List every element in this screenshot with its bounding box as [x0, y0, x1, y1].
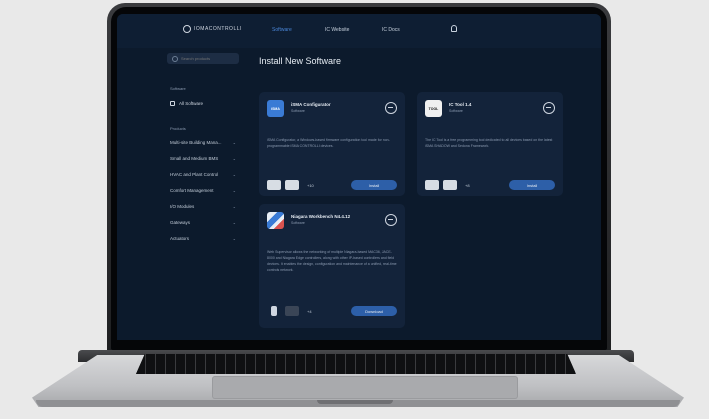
- bell-icon[interactable]: [451, 25, 457, 32]
- nav-ic-docs[interactable]: IC Docs: [382, 27, 400, 33]
- more-count[interactable]: +10: [307, 183, 314, 188]
- nav-ic-website[interactable]: IC Website: [325, 27, 349, 33]
- search-icon: [172, 55, 178, 62]
- chevron-down-icon: ⌄: [232, 140, 236, 145]
- card-description: Web Supervisor allows the networking of …: [267, 250, 397, 272]
- search-box[interactable]: [167, 53, 239, 64]
- more-count[interactable]: +4: [307, 309, 312, 314]
- niagara-logo-icon: [267, 212, 284, 229]
- card-name: Niagara Workbench N4.4.12: [291, 214, 351, 219]
- laptop-notch: [317, 400, 393, 404]
- device-thumbnail[interactable]: [443, 180, 457, 190]
- device-thumbnail[interactable]: [285, 306, 299, 316]
- device-thumbnail[interactable]: [285, 180, 299, 190]
- sidebar-item-label: HVAC and Plant Control: [170, 172, 219, 177]
- sidebar-item-label: Comfort Management: [170, 188, 214, 193]
- card-name: iSMA Configurator: [291, 102, 331, 107]
- sidebar-item-label: Small and Medium BMS: [170, 156, 219, 161]
- sidebar-item-hvac[interactable]: HVAC and Plant Control ⌄: [170, 172, 236, 177]
- search-input[interactable]: [181, 56, 236, 61]
- install-button[interactable]: Install: [509, 180, 555, 190]
- device-thumbnail[interactable]: [425, 180, 439, 190]
- chevron-down-icon: ⌄: [232, 220, 236, 225]
- download-button[interactable]: Download: [351, 306, 397, 316]
- software-card-ic-tool: TOOL IC Tool 1.4 Software The IC Tool is…: [417, 92, 563, 196]
- brand-name: IOMACONTROLLI: [194, 26, 242, 32]
- chevron-down-icon: ⌄: [232, 236, 236, 241]
- chevron-down-icon: ⌄: [232, 156, 236, 161]
- products-section-label: Products: [170, 126, 186, 131]
- card-type: Software: [291, 221, 305, 225]
- screen: IOMACONTROLLI Software IC Website IC Doc…: [117, 14, 601, 340]
- card-description: iSMA Configurator, a Windows-based firmw…: [267, 138, 390, 148]
- sidebar-item-label: Gateways: [170, 220, 191, 225]
- all-software-label: All Software: [179, 101, 204, 106]
- card-name: IC Tool 1.4: [449, 102, 472, 107]
- card-type: Software: [291, 109, 305, 113]
- card-type: Software: [449, 109, 463, 113]
- sidebar: Software All Software Products Multi-sit…: [163, 48, 243, 340]
- collapse-icon[interactable]: [543, 102, 555, 114]
- sidebar-item-multi-site[interactable]: Multi-site Building Mana... ⌄: [170, 140, 236, 145]
- top-bar: IOMACONTROLLI Software IC Website IC Doc…: [117, 14, 601, 48]
- nav-software[interactable]: Software: [272, 27, 292, 33]
- chevron-down-icon: ⌄: [232, 172, 236, 177]
- brand-logo[interactable]: IOMACONTROLLI: [183, 25, 242, 33]
- chevron-down-icon: ⌄: [232, 204, 236, 209]
- device-thumbnail[interactable]: [267, 180, 281, 190]
- sidebar-item-io-modules[interactable]: I/O Modules ⌄: [170, 204, 236, 209]
- trackpad: [212, 376, 518, 399]
- sidebar-item-actuators[interactable]: Actuators ⌄: [170, 236, 236, 241]
- card-description: The IC Tool is a free programming tool d…: [425, 138, 553, 148]
- keyboard: [136, 354, 576, 374]
- software-card-isma-configurator: iSMA iSMA Configurator Software iSMA Con…: [259, 92, 405, 196]
- sidebar-item-gateways[interactable]: Gateways ⌄: [170, 220, 236, 225]
- chevron-down-icon: ⌄: [232, 188, 236, 193]
- sidebar-item-all-software[interactable]: All Software: [170, 101, 203, 106]
- page-title: Install New Software: [259, 56, 342, 66]
- grid-icon: [170, 101, 175, 106]
- tool-logo-icon: TOOL: [425, 100, 442, 117]
- software-card-niagara-workbench: Niagara Workbench N4.4.12 Software Web S…: [259, 204, 405, 328]
- sidebar-item-label: Actuators: [170, 236, 190, 241]
- sidebar-item-label: Multi-site Building Mana...: [170, 140, 222, 145]
- install-button[interactable]: Install: [351, 180, 397, 190]
- software-section-label: Software: [170, 86, 186, 91]
- collapse-icon[interactable]: [385, 102, 397, 114]
- sidebar-item-comfort[interactable]: Comfort Management ⌄: [170, 188, 236, 193]
- more-count[interactable]: +8: [465, 183, 470, 188]
- sidebar-item-label: I/O Modules: [170, 204, 195, 209]
- brand-mark-icon: [183, 25, 191, 33]
- isma-logo-icon: iSMA: [267, 100, 284, 117]
- collapse-icon[interactable]: [385, 214, 397, 226]
- main-content: Install New Software iSMA iSMA Configura…: [255, 48, 601, 340]
- sidebar-item-small-medium-bms[interactable]: Small and Medium BMS ⌄: [170, 156, 236, 161]
- document-icon[interactable]: [271, 306, 277, 316]
